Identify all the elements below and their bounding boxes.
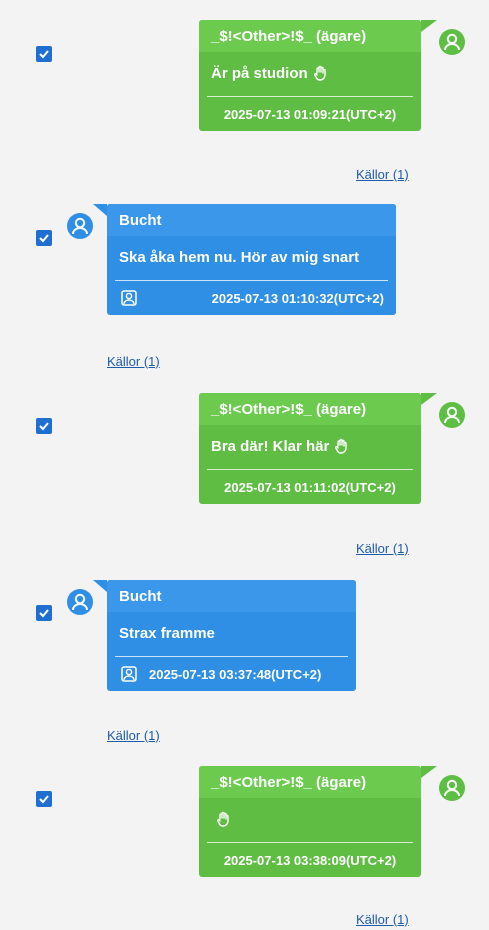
message-timestamp: 2025-07-13 01:11:02(UTC+2)	[224, 479, 396, 495]
message-text-row: Strax framme	[107, 612, 356, 646]
user-avatar-icon	[439, 29, 465, 55]
message-text-row: Ska åka hem nu. Hör av mig snart	[107, 236, 396, 270]
check-icon	[39, 234, 49, 243]
sender-name: _$!<Other>!$_ (ägare)	[199, 766, 421, 798]
user-avatar-icon	[439, 775, 465, 801]
message-timestamp: 2025-07-13 01:09:21(UTC+2)	[223, 106, 397, 122]
sources-link[interactable]: Källor (1)	[356, 541, 409, 556]
message-checkbox[interactable]	[36, 418, 52, 434]
hand-icon	[333, 437, 351, 455]
hand-icon	[312, 64, 330, 82]
message-timestamp: 2025-07-13 03:37:48(UTC+2)	[149, 666, 322, 682]
message-text: Är på studion	[211, 64, 308, 82]
attachment-icon[interactable]	[119, 664, 139, 684]
attachment-icon[interactable]	[119, 288, 139, 308]
message-bubble-outgoing[interactable]: _$!<Other>!$_ (ägare) Är på studion 2025…	[199, 20, 437, 131]
sender-name: Bucht	[107, 580, 356, 612]
message-timestamp: 2025-07-13 01:10:32(UTC+2)	[211, 290, 384, 306]
sender-name: Bucht	[107, 204, 396, 236]
message-footer: 2025-07-13 03:37:48(UTC+2)	[107, 657, 356, 691]
message-bubble-outgoing[interactable]: _$!<Other>!$_ (ägare) Bra där! Klar här …	[199, 393, 437, 504]
user-avatar-icon	[439, 402, 465, 428]
message-footer: 2025-07-13 01:09:21(UTC+2)	[199, 97, 421, 131]
message-timestamp: 2025-07-13 03:38:09(UTC+2)	[223, 852, 397, 868]
sources-link[interactable]: Källor (1)	[107, 354, 160, 369]
sender-name: _$!<Other>!$_ (ägare)	[199, 393, 421, 425]
message-text-row: Bra där! Klar här	[199, 425, 421, 459]
hand-icon	[215, 810, 233, 828]
message-checkbox[interactable]	[36, 605, 52, 621]
message-footer: 2025-07-13 03:38:09(UTC+2)	[199, 843, 421, 877]
bubble-tail	[93, 580, 107, 592]
message-bubble-incoming[interactable]: Bucht Ska åka hem nu. Hör av mig snart 2…	[93, 204, 396, 315]
message-footer: 2025-07-13 01:10:32(UTC+2)	[107, 281, 396, 315]
message-footer: 2025-07-13 01:11:02(UTC+2)	[199, 470, 421, 504]
sources-link[interactable]: Källor (1)	[356, 912, 409, 927]
message-text-row	[199, 798, 421, 832]
sources-link[interactable]: Källor (1)	[107, 728, 160, 743]
check-icon	[39, 50, 49, 59]
message-text: Strax framme	[119, 624, 215, 642]
message-text: Bra där! Klar här	[211, 437, 330, 455]
message-text: Ska åka hem nu. Hör av mig snart	[119, 248, 360, 266]
check-icon	[39, 422, 49, 431]
sender-name: _$!<Other>!$_ (ägare)	[199, 20, 421, 52]
user-avatar-icon	[67, 213, 93, 239]
message-checkbox[interactable]	[36, 46, 52, 62]
bubble-tail	[421, 20, 437, 32]
message-text-row: Är på studion	[199, 52, 421, 86]
bubble-tail	[421, 766, 437, 778]
bubble-tail	[421, 393, 437, 405]
message-bubble-outgoing[interactable]: _$!<Other>!$_ (ägare) 2025-07-13 03:38:0…	[199, 766, 437, 877]
sources-link[interactable]: Källor (1)	[356, 167, 409, 182]
check-icon	[39, 609, 49, 618]
check-icon	[39, 795, 49, 804]
message-checkbox[interactable]	[36, 791, 52, 807]
bubble-tail	[93, 204, 107, 216]
message-bubble-incoming[interactable]: Bucht Strax framme 2025-07-13 03:37:48(U…	[93, 580, 356, 691]
message-checkbox[interactable]	[36, 230, 52, 246]
user-avatar-icon	[67, 589, 93, 615]
